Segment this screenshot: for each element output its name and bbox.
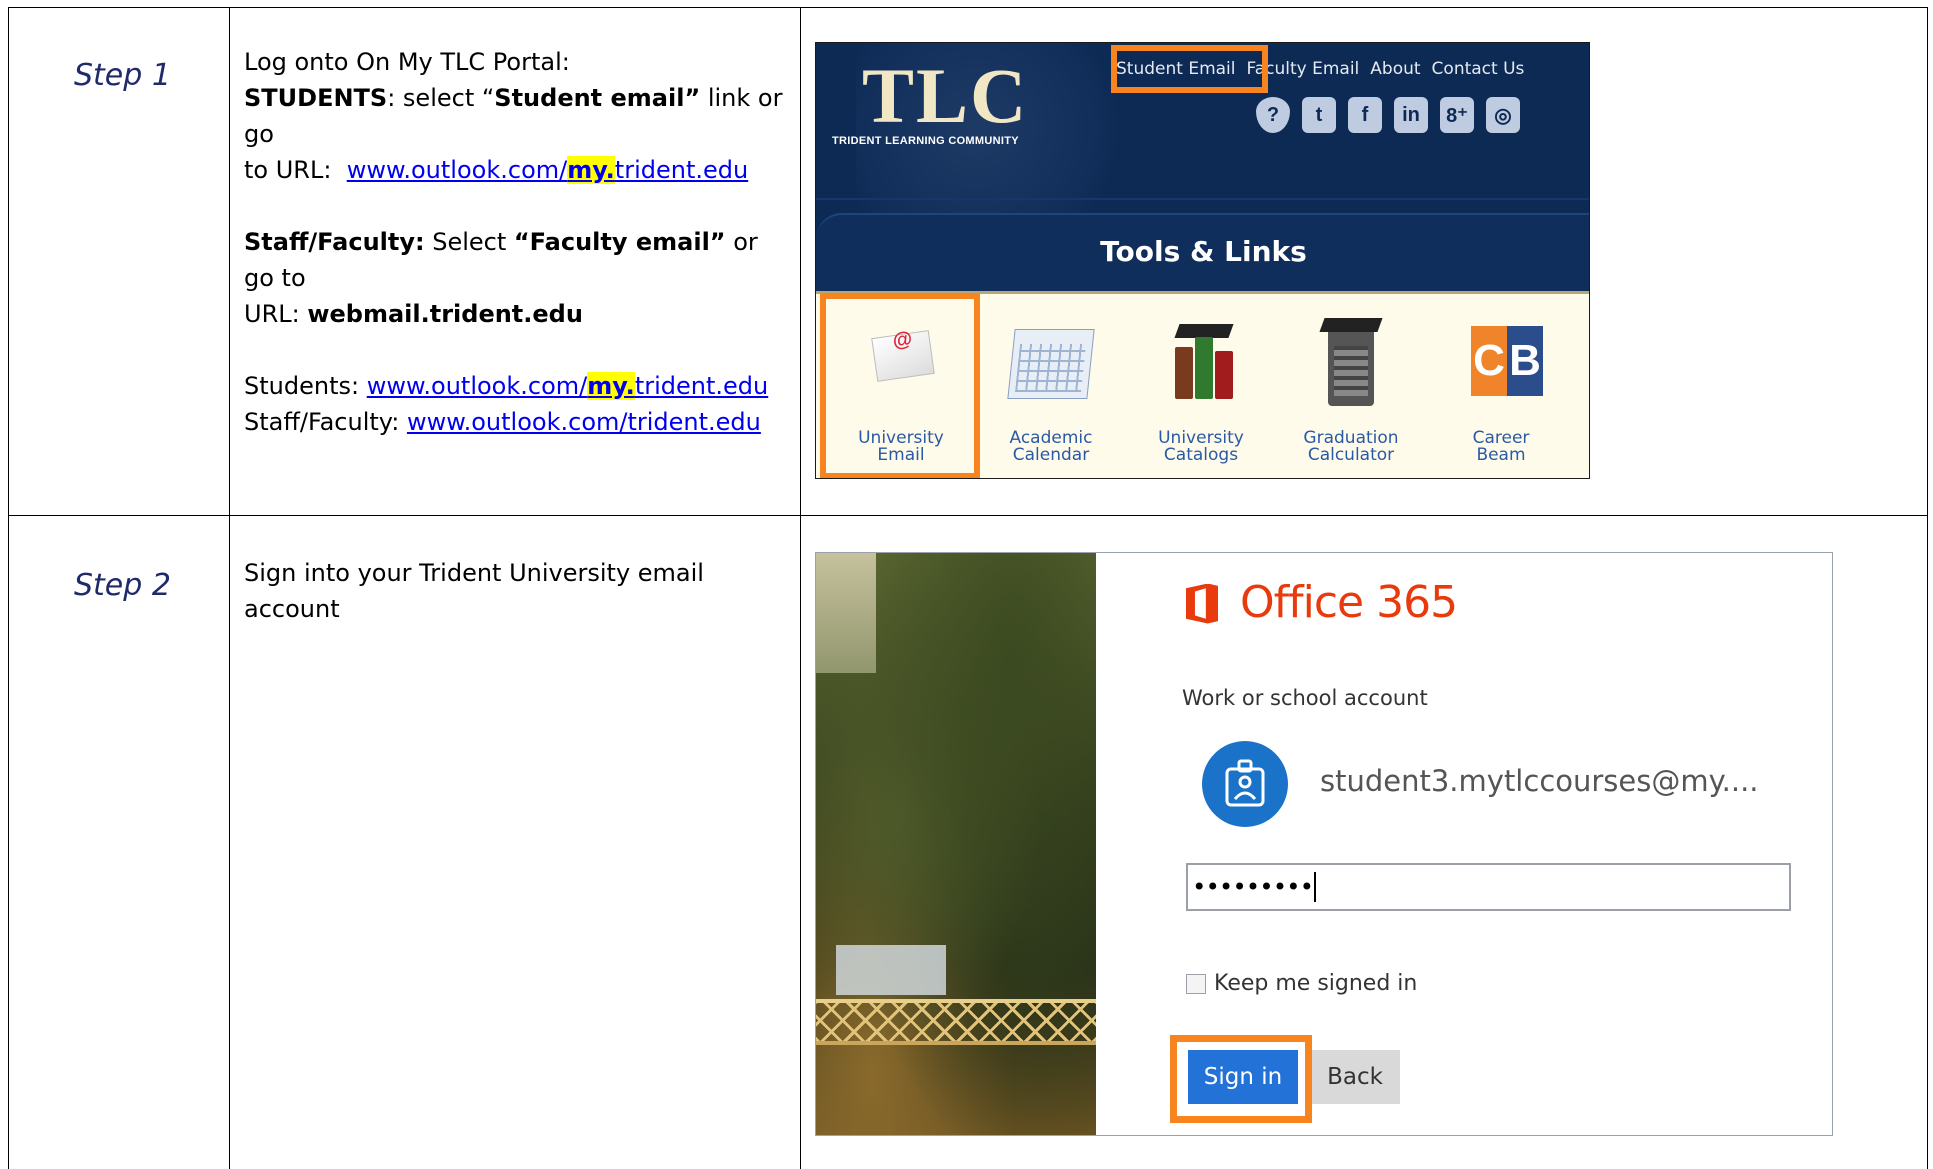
tool-label: Academic Calendar [1009, 428, 1093, 465]
instruction-text: Students: [244, 372, 367, 400]
faculty-email-term: “Faculty email” [513, 228, 726, 256]
instruction-text: : select “ [387, 84, 495, 112]
student-email-term: Student email” [494, 84, 701, 112]
staff-heading: Staff/Faculty: [244, 228, 425, 256]
link-text: trident.edu [614, 156, 749, 184]
password-field[interactable]: ••••••••• [1186, 863, 1791, 911]
office365-signin-screenshot: Office 365 Work or school account studen… [815, 552, 1833, 1136]
step-1-label: Step 1 [74, 58, 171, 93]
tlc-logo-subtitle: TRIDENT LEARNING COMMUNITY [832, 135, 1019, 147]
instruction-text: Staff/Faculty: [244, 408, 407, 436]
instruction-line: URL: webmail.trident.edu [244, 296, 794, 332]
careerbeam-logo-icon: CB [1471, 326, 1543, 396]
keep-signed-in-label: Keep me signed in [1214, 971, 1418, 996]
webmail-url: webmail.trident.edu [307, 300, 583, 328]
instruction-line: Staff/Faculty: Select “Faculty email” or… [244, 224, 794, 296]
tool-label: Graduation Calculator [1303, 428, 1399, 465]
highlighted-my: my. [587, 372, 635, 400]
office-logo-icon [1186, 578, 1226, 628]
back-button[interactable]: Back [1310, 1050, 1400, 1104]
text-caret [1314, 872, 1317, 902]
nav-contact-us[interactable]: Contact Us [1432, 59, 1525, 83]
instruction-text: URL: [244, 300, 308, 328]
facebook-icon[interactable]: f [1348, 97, 1382, 133]
instruction-text: Log onto On My TLC Portal: [244, 48, 570, 76]
instruction-line: Staff/Faculty: www.outlook.com/trident.e… [244, 404, 794, 440]
calendar-icon [1007, 329, 1095, 399]
nav-about[interactable]: About [1370, 59, 1420, 83]
instruction-line: Log onto On My TLC Portal: [244, 44, 794, 80]
step-2-label: Step 2 [74, 568, 171, 603]
instruction-text: to URL: [244, 156, 332, 184]
staff-outlook-link[interactable]: www.outlook.com/trident.edu [407, 408, 761, 436]
calculator-icon [1328, 326, 1374, 406]
sign-in-callout [1170, 1035, 1312, 1123]
tool-label: University Catalogs [1158, 428, 1244, 465]
social-icons: ? t f in 8⁺ ◎ [1256, 97, 1520, 133]
instruction-line: to URL: www.outlook.com/my.trident.edu [244, 152, 794, 188]
highlighted-my: my. [567, 156, 615, 184]
instruction-line: STUDENTS: select “Student email” link or… [244, 80, 794, 152]
password-mask: ••••••••• [1192, 873, 1314, 901]
tool-graduation-calculator[interactable]: Graduation Calculator [1276, 294, 1426, 478]
account-email: student3.mytlccourses@my.... [1320, 764, 1759, 798]
keep-signed-in[interactable]: Keep me signed in [1186, 971, 1417, 996]
table-col-divider-1 [229, 7, 230, 1169]
tlc-portal-screenshot: TLC TRIDENT LEARNING COMMUNITY Student E… [815, 42, 1590, 479]
student-outlook-link[interactable]: www.outlook.com/my.trident.edu [346, 156, 749, 184]
table-border-right [1927, 7, 1928, 1169]
link-text: trident.edu [634, 372, 769, 400]
office365-brand: Office 365 [1186, 577, 1458, 628]
tlc-logo: TLC [862, 52, 1029, 139]
tool-academic-calendar[interactable]: Academic Calendar [976, 294, 1126, 478]
googleplus-icon[interactable]: 8⁺ [1440, 97, 1474, 133]
instruction-line: account [244, 595, 340, 623]
user-badge-icon [1202, 741, 1288, 827]
link-text: www.outlook.com/ [346, 156, 568, 184]
step-2-instructions: Sign into your Trident University email … [244, 555, 794, 627]
instagram-icon[interactable]: ◎ [1486, 97, 1520, 133]
instruction-line: Sign into your Trident University email [244, 559, 704, 587]
twitter-icon[interactable]: t [1302, 97, 1336, 133]
help-shield-icon[interactable]: ? [1256, 97, 1290, 133]
instruction-text: Select [424, 228, 514, 256]
university-email-callout [820, 293, 980, 478]
step-1-instructions: Log onto On My TLC Portal: STUDENTS: sel… [244, 44, 794, 440]
books-icon [1171, 324, 1235, 399]
table-col-divider-2 [800, 7, 801, 1169]
header-divider [816, 198, 1589, 200]
tools-and-links-title: Tools & Links [1100, 235, 1307, 268]
campus-photo [816, 553, 1096, 1135]
tool-career-beam[interactable]: CB Career Beam [1426, 294, 1576, 478]
keep-signed-in-checkbox[interactable] [1186, 973, 1206, 994]
tool-label: Career Beam [1472, 428, 1530, 465]
student-outlook-link-2[interactable]: www.outlook.com/my.trident.edu [366, 372, 769, 400]
table-border-top [8, 7, 1928, 8]
brand-text: Office 365 [1240, 577, 1458, 628]
tool-university-catalogs[interactable]: University Catalogs [1126, 294, 1276, 478]
table-row-divider [8, 515, 1928, 516]
students-heading: STUDENTS [244, 84, 388, 112]
student-email-callout [1111, 45, 1268, 93]
account-type-label: Work or school account [1182, 686, 1428, 710]
instruction-line: Students: www.outlook.com/my.trident.edu [244, 368, 794, 404]
table-border-left [8, 7, 9, 1169]
link-text: www.outlook.com/ [366, 372, 588, 400]
linkedin-icon[interactable]: in [1394, 97, 1428, 133]
